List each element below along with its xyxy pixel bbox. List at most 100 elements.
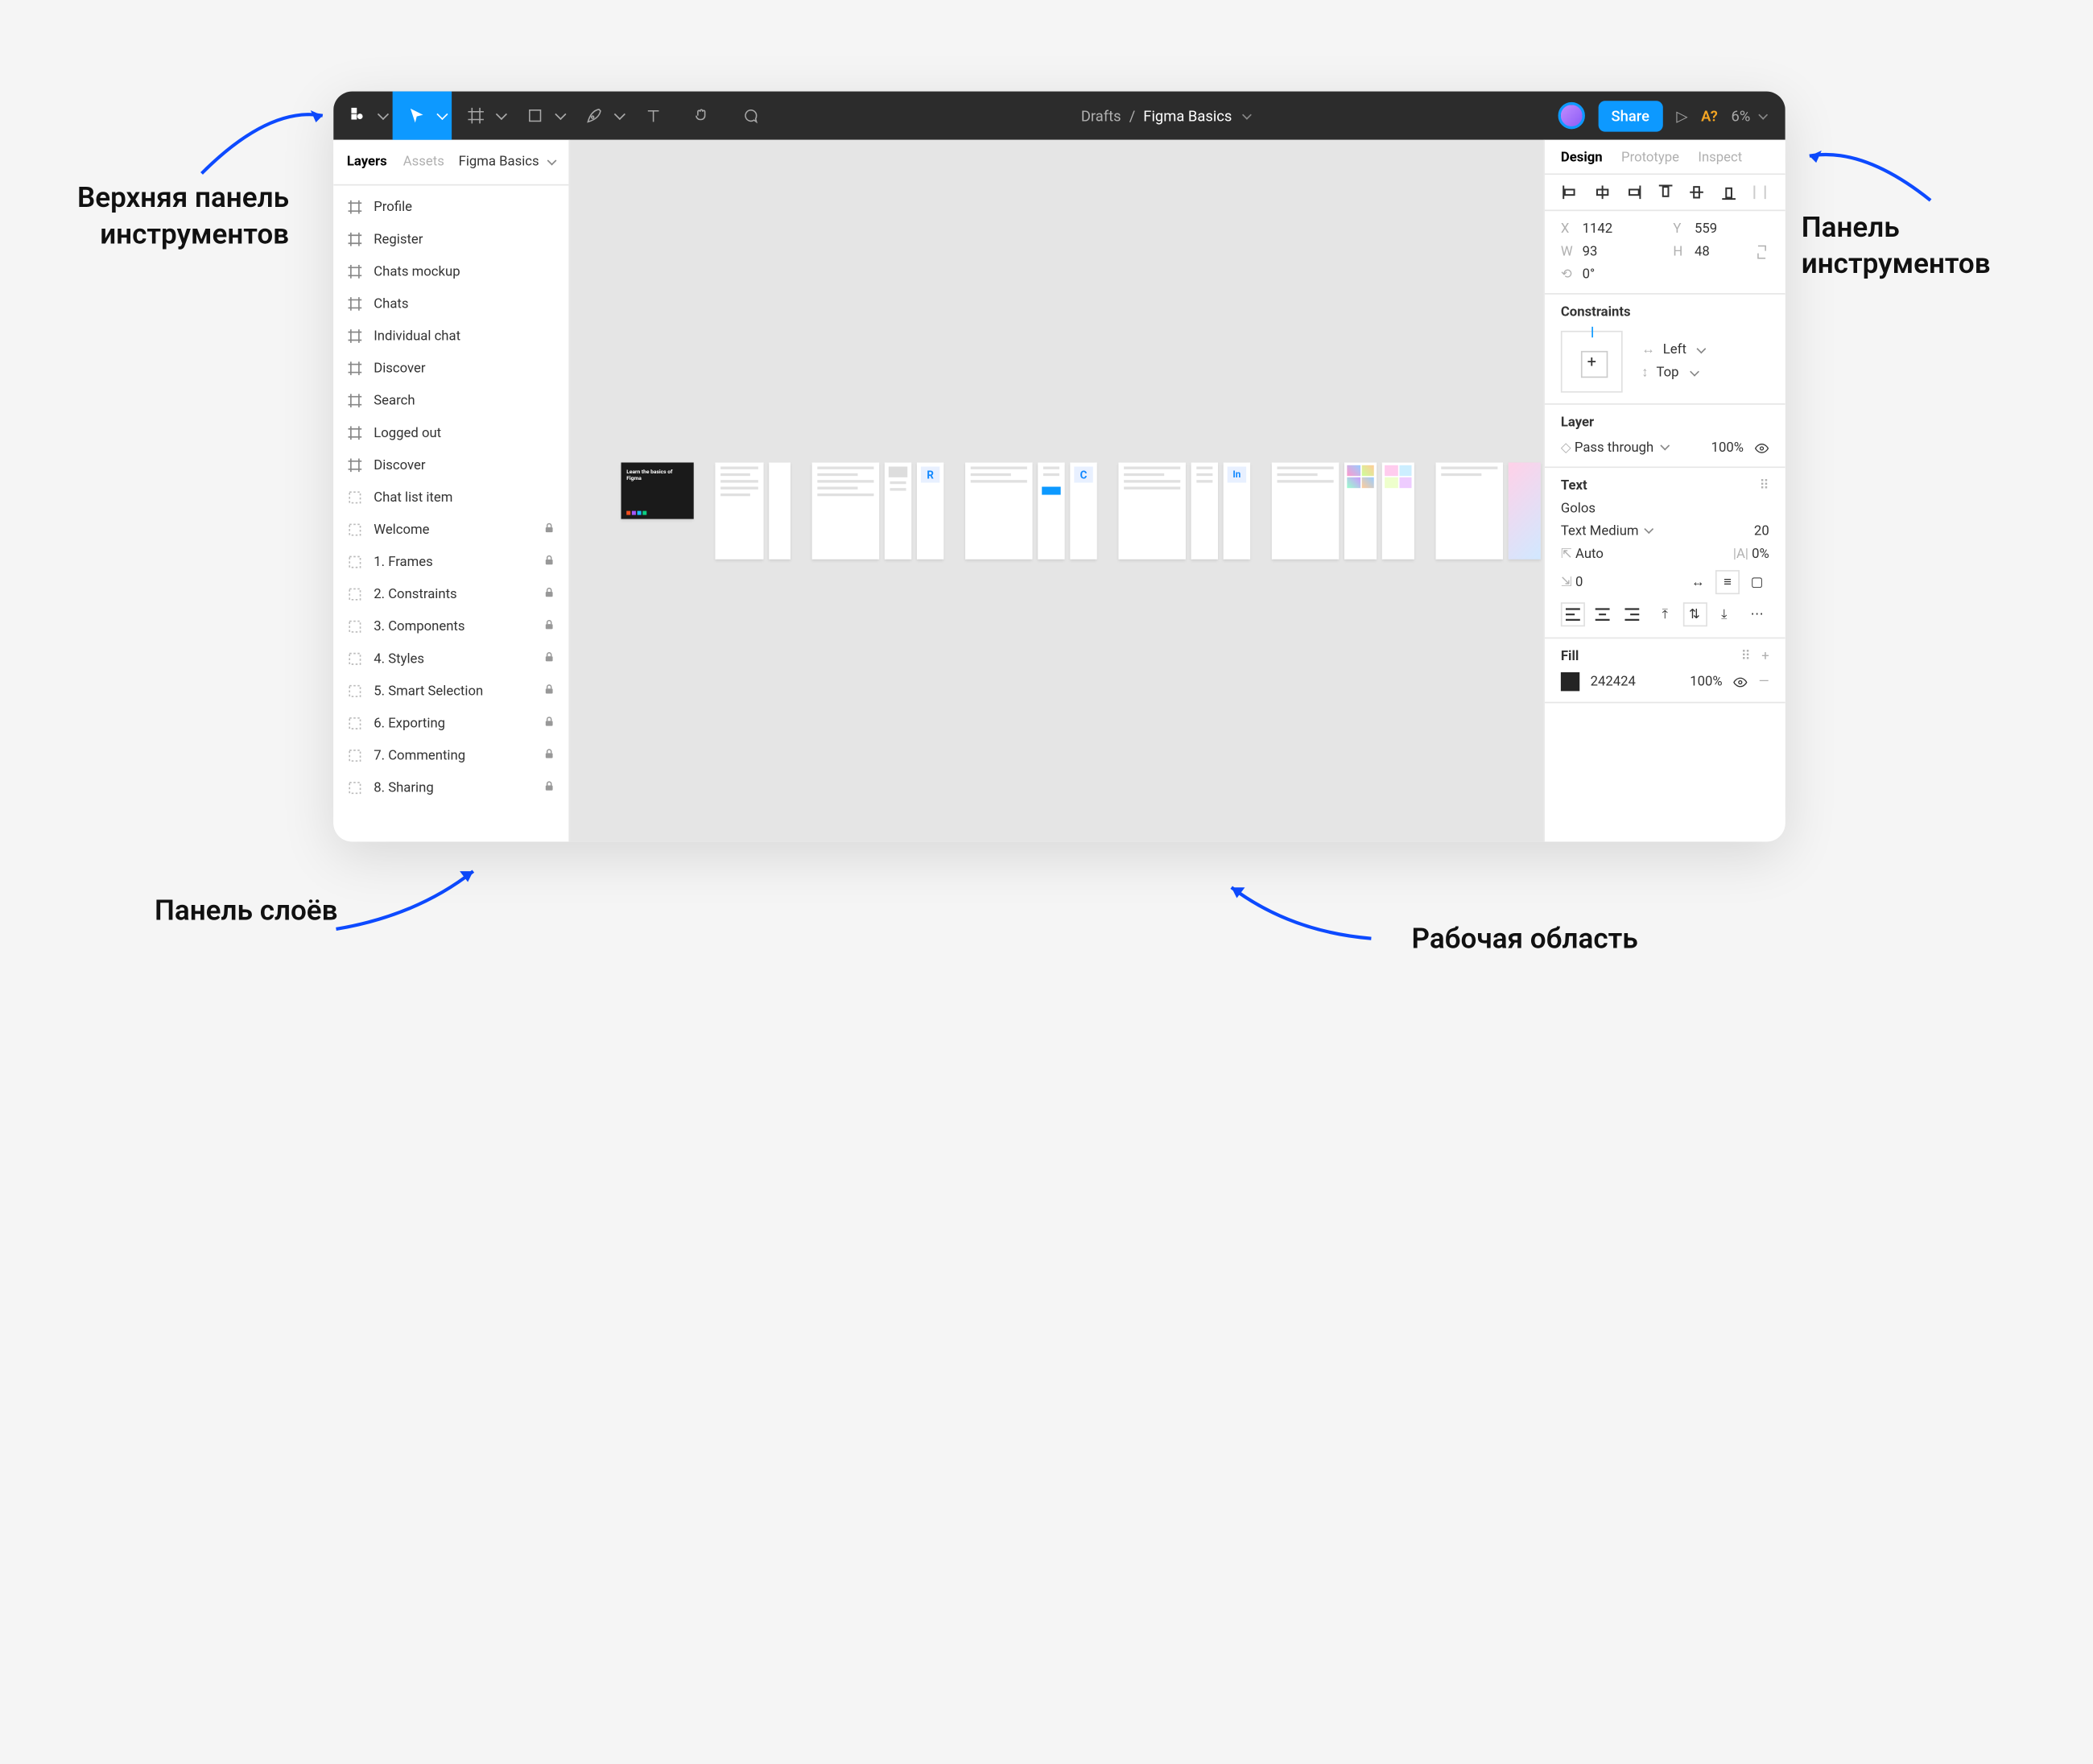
auto-width-icon[interactable]: ↔ <box>1686 570 1710 594</box>
layer-row[interactable]: Profile <box>333 191 568 223</box>
tab-inspect[interactable]: Inspect <box>1698 151 1742 165</box>
tab-layers[interactable]: Layers <box>347 155 387 169</box>
tab-prototype[interactable]: Prototype <box>1621 151 1679 165</box>
text-align-center-icon[interactable] <box>1591 602 1615 626</box>
frame-thumbnail[interactable] <box>965 462 1033 559</box>
remove-fill-icon[interactable]: — <box>1759 675 1769 689</box>
layer-row[interactable]: 8. Sharing <box>333 772 568 804</box>
fixed-size-icon[interactable]: ▢ <box>1745 570 1769 594</box>
text-align-left-icon[interactable] <box>1561 602 1585 626</box>
y-field[interactable]: Y559 <box>1673 222 1769 237</box>
line-height-field[interactable]: ⇱ Auto <box>1561 547 1604 562</box>
layer-row[interactable]: Logged out <box>333 417 568 449</box>
layer-row[interactable]: Discover <box>333 353 568 385</box>
present-button[interactable]: ▷ <box>1676 107 1687 125</box>
frame-thumbnail[interactable] <box>812 462 879 559</box>
layer-row[interactable]: Chats <box>333 287 568 320</box>
canvas[interactable]: Learn the basics of Figma R C In <box>570 140 1543 842</box>
align-top-icon[interactable] <box>1656 183 1674 201</box>
frame-thumbnail[interactable] <box>1509 462 1541 559</box>
tab-assets[interactable]: Assets <box>403 155 444 169</box>
layer-row[interactable]: 1. Frames <box>333 546 568 578</box>
share-button[interactable]: Share <box>1598 100 1663 130</box>
layer-opacity-field[interactable]: 100% <box>1711 441 1744 456</box>
text-tool[interactable] <box>630 92 678 140</box>
visibility-icon[interactable] <box>1733 675 1748 689</box>
zoom-control[interactable]: 6% <box>1732 107 1767 125</box>
layer-row[interactable]: 7. Commenting <box>333 740 568 772</box>
tab-design[interactable]: Design <box>1561 151 1603 165</box>
page-selector[interactable]: Figma Basics <box>459 155 555 169</box>
fill-opacity-field[interactable]: 100% <box>1690 675 1722 689</box>
layer-row[interactable]: Welcome <box>333 514 568 546</box>
layer-row[interactable]: Discover <box>333 449 568 481</box>
align-center-v-icon[interactable] <box>1687 183 1706 201</box>
frame-thumbnail[interactable] <box>1382 462 1414 559</box>
text-align-right-icon[interactable] <box>1620 602 1644 626</box>
frame-thumbnail[interactable]: R <box>917 462 943 559</box>
align-center-h-icon[interactable] <box>1592 183 1611 201</box>
text-align-top-icon[interactable]: ⤒ <box>1653 602 1677 626</box>
layer-row[interactable]: Chat list item <box>333 481 568 514</box>
layer-row[interactable]: 3. Components <box>333 610 568 642</box>
frame-thumbnail[interactable]: In <box>1224 462 1250 559</box>
frame-thumbnail[interactable]: Learn the basics of Figma <box>621 462 694 518</box>
text-styles-icon[interactable]: ⠿ <box>1759 479 1769 494</box>
layer-row[interactable]: Register <box>333 223 568 255</box>
file-breadcrumb[interactable]: Drafts / Figma Basics <box>774 107 1558 125</box>
x-field[interactable]: X1142 <box>1561 222 1657 237</box>
layer-row[interactable]: 4. Styles <box>333 642 568 675</box>
layer-row[interactable]: 5. Smart Selection <box>333 675 568 707</box>
paragraph-spacing-field[interactable]: ⇲ 0 <box>1561 575 1583 589</box>
frame-thumbnail[interactable] <box>715 462 763 559</box>
pen-tool[interactable] <box>570 92 629 140</box>
figma-menu-button[interactable] <box>333 92 392 140</box>
frame-thumbnail[interactable] <box>1272 462 1340 559</box>
hand-tool[interactable] <box>678 92 726 140</box>
comment-tool[interactable] <box>726 92 774 140</box>
font-size-field[interactable]: 20 <box>1754 524 1769 539</box>
layer-row[interactable]: Individual chat <box>333 320 568 352</box>
frame-thumbnail[interactable]: C <box>1070 462 1096 559</box>
distribute-icon[interactable] <box>1750 183 1769 201</box>
frame-thumbnail[interactable] <box>885 462 911 559</box>
fill-swatch[interactable] <box>1561 672 1579 691</box>
visibility-icon[interactable] <box>1754 441 1769 456</box>
frame-thumbnail[interactable] <box>1038 462 1064 559</box>
constraints-widget[interactable]: + <box>1561 331 1623 393</box>
frame-thumbnail[interactable] <box>1118 462 1186 559</box>
rotation-field[interactable]: ⟲0° <box>1561 267 1657 282</box>
font-weight-select[interactable]: Text Medium <box>1561 524 1653 539</box>
frame-thumbnail[interactable] <box>1191 462 1218 559</box>
text-options-icon[interactable]: ⋯ <box>1745 602 1769 626</box>
move-tool[interactable] <box>393 92 452 140</box>
align-bottom-icon[interactable] <box>1719 183 1737 201</box>
rectangle-tool[interactable] <box>511 92 570 140</box>
missing-fonts-badge[interactable]: A? <box>1701 107 1718 125</box>
fill-styles-icon[interactable]: ⠿ <box>1741 650 1751 664</box>
blend-mode-select[interactable]: ◇ Pass through <box>1561 441 1668 456</box>
frame-thumbnail[interactable] <box>1436 462 1504 559</box>
frame-tool[interactable] <box>452 92 510 140</box>
frame-thumbnail[interactable] <box>1344 462 1377 559</box>
layer-row[interactable]: Chats mockup <box>333 255 568 287</box>
align-right-icon[interactable] <box>1624 183 1642 201</box>
align-left-icon[interactable] <box>1561 183 1579 201</box>
layer-row[interactable]: 6. Exporting <box>333 707 568 739</box>
constraint-v-select[interactable]: ↕Top <box>1641 366 1705 380</box>
constraint-h-select[interactable]: ↔Left <box>1641 343 1705 357</box>
add-fill-icon[interactable]: + <box>1761 650 1769 664</box>
frame-thumbnail[interactable] <box>769 462 791 559</box>
avatar[interactable] <box>1558 102 1584 129</box>
w-field[interactable]: W93 <box>1561 245 1657 259</box>
constrain-proportions-icon[interactable] <box>1754 245 1769 259</box>
fill-hex-field[interactable]: 242424 <box>1591 675 1636 689</box>
h-field[interactable]: H48 <box>1673 245 1769 259</box>
font-select[interactable]: Golos <box>1561 502 1769 516</box>
layer-row[interactable]: Search <box>333 385 568 417</box>
letter-spacing-field[interactable]: |A| 0% <box>1733 547 1769 562</box>
auto-height-icon[interactable]: ≡ <box>1715 570 1740 594</box>
layer-row[interactable]: 2. Constraints <box>333 578 568 610</box>
text-align-middle-icon[interactable]: ⇅ <box>1682 602 1707 626</box>
text-align-bottom-icon[interactable]: ⤓ <box>1712 602 1736 626</box>
